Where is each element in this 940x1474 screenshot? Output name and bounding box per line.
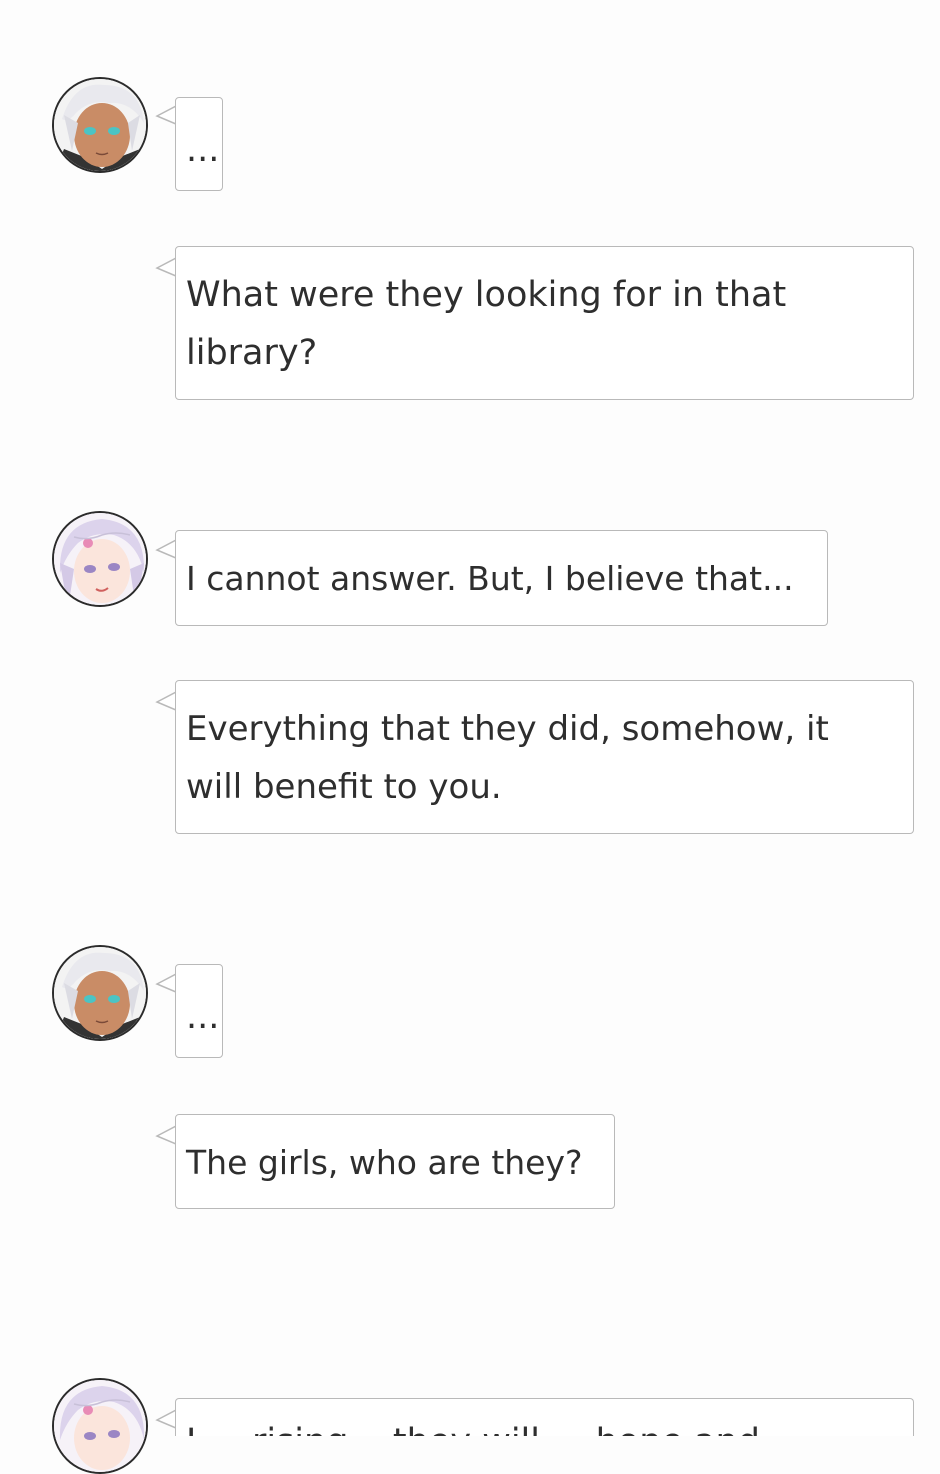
avatar-silver-haired-boy — [52, 77, 148, 173]
message-text: I ... rising... they will ... hope and..… — [186, 1422, 793, 1436]
message-text: ... — [186, 997, 220, 1037]
message-text: What were they looking for in that libra… — [186, 275, 787, 373]
speech-bubble-tail — [155, 968, 177, 998]
speech-bubble: ... — [175, 97, 223, 191]
speech-bubble-tail — [155, 252, 177, 282]
avatar-silver-haired-boy — [52, 945, 148, 1041]
speech-bubble: What were they looking for in that libra… — [175, 246, 914, 400]
message-text: ... — [186, 130, 220, 170]
speech-bubble: ... — [175, 964, 223, 1058]
avatar-lavender-haired-girl — [52, 1378, 148, 1474]
speech-bubble-tail — [155, 1404, 177, 1434]
speech-bubble-tail — [155, 686, 177, 716]
speech-bubble: The girls, who are they? — [175, 1114, 615, 1209]
speech-bubble: Everything that they did, somehow, it wi… — [175, 680, 914, 834]
message-text: Everything that they did, somehow, it wi… — [186, 709, 829, 807]
message-text: The girls, who are they? — [186, 1143, 583, 1182]
speech-bubble-tail — [155, 534, 177, 564]
message-text: I cannot answer. But, I believe that... — [186, 559, 794, 598]
speech-bubble-tail — [155, 100, 177, 130]
speech-bubble-tail — [155, 1120, 177, 1150]
speech-bubble: I cannot answer. But, I believe that... — [175, 530, 828, 626]
speech-bubble: I ... rising... they will ... hope and..… — [175, 1398, 914, 1436]
avatar-lavender-haired-girl — [52, 511, 148, 607]
